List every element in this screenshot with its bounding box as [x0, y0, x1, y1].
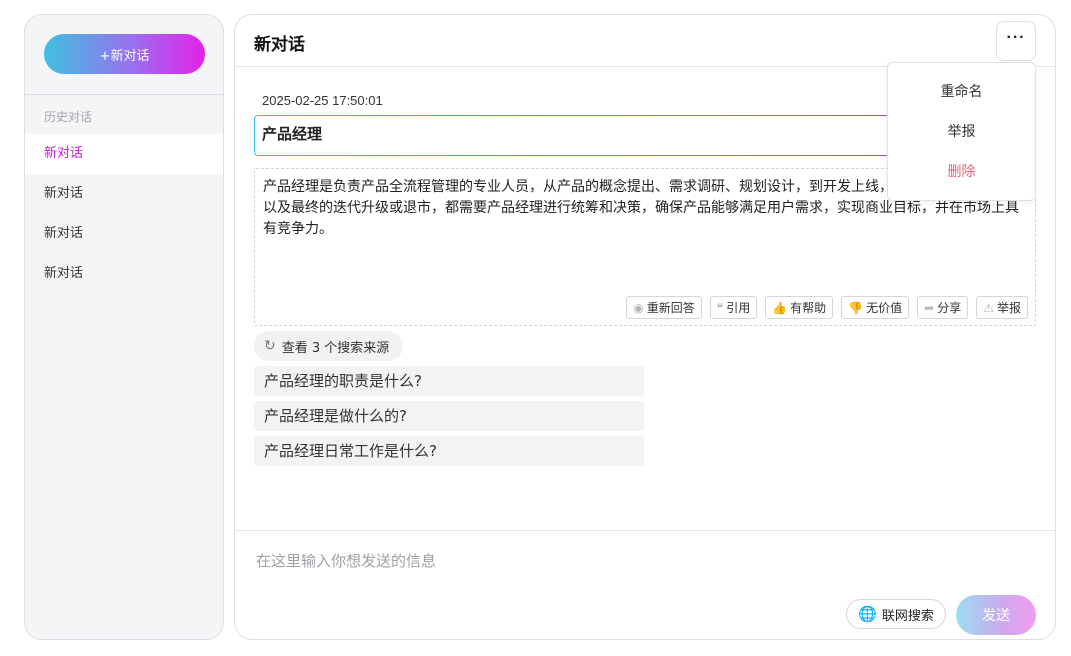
history-item[interactable]: 新对话 [25, 214, 223, 254]
helpful-button[interactable]: 👍 有帮助 [765, 296, 834, 319]
thumbs-down-icon: 👎 [848, 300, 864, 315]
composer-divider [235, 530, 1055, 531]
chat-header: 新对话 ··· [235, 15, 1055, 67]
share-label: 分享 [937, 301, 962, 315]
suggested-question[interactable]: 产品经理日常工作是什么? [254, 436, 644, 466]
not-helpful-label: 无价值 [866, 301, 903, 315]
globe-search-icon: 🌐 [858, 605, 877, 623]
report-label: 举报 [996, 301, 1021, 315]
web-search-label: 联网搜索 [881, 608, 934, 624]
view-sources-label: 查看 3 个搜索来源 [281, 340, 390, 356]
more-icon: ··· [1006, 29, 1026, 46]
report-menu-item[interactable]: 举报 [888, 112, 1035, 152]
history-title: 历史对话 [44, 110, 93, 124]
quote-label: 引用 [726, 301, 751, 315]
view-sources-button[interactable]: ↻ 查看 3 个搜索来源 [254, 331, 404, 361]
regenerate-label: 重新回答 [646, 301, 695, 315]
suggested-questions: 产品经理的职责是什么? 产品经理是做什么的? 产品经理日常工作是什么? [254, 366, 644, 471]
message-timestamp: 2025-02-25 17:50:01 [262, 93, 383, 108]
answer-actions: ◉ 重新回答 ❝ 引用 👍 有帮助 👎 无价值 ➦ 分享 ⚠ 举报 [626, 296, 1028, 319]
history-item[interactable]: 新对话 [25, 134, 223, 174]
refresh-icon: ↻ [264, 338, 276, 354]
history-item[interactable]: 新对话 [25, 174, 223, 214]
sidebar-divider [25, 94, 223, 95]
warning-icon: ⚠ [983, 300, 994, 315]
history-list: 新对话 新对话 新对话 新对话 [25, 134, 223, 294]
helpful-label: 有帮助 [790, 301, 827, 315]
not-helpful-button[interactable]: 👎 无价值 [841, 296, 910, 319]
quote-button[interactable]: ❝ 引用 [709, 296, 758, 319]
menu-list: 重命名 举报 删除 [888, 63, 1035, 192]
delete-menu-item[interactable]: 删除 [888, 152, 1035, 192]
thumbs-up-icon: 👍 [772, 300, 788, 315]
send-button[interactable]: 发送 [956, 595, 1036, 635]
page-title: 新对话 [254, 35, 305, 55]
sidebar: +新对话 历史对话 新对话 新对话 新对话 新对话 [24, 14, 224, 640]
report-button[interactable]: ⚠ 举报 [976, 296, 1028, 319]
regenerate-icon: ◉ [633, 300, 644, 315]
share-button[interactable]: ➦ 分享 [917, 296, 969, 319]
message-input[interactable] [256, 550, 1016, 572]
more-options-menu: 重命名 举报 删除 [887, 62, 1036, 201]
web-search-toggle[interactable]: 🌐 联网搜索 [846, 599, 946, 629]
more-options-button[interactable]: ··· [996, 21, 1036, 61]
new-chat-button[interactable]: +新对话 [44, 34, 205, 74]
quote-icon: ❝ [716, 300, 724, 315]
history-item[interactable]: 新对话 [25, 254, 223, 294]
share-icon: ➦ [924, 300, 935, 315]
rename-menu-item[interactable]: 重命名 [888, 72, 1035, 112]
regenerate-button[interactable]: ◉ 重新回答 [626, 296, 702, 319]
suggested-question[interactable]: 产品经理是做什么的? [254, 401, 644, 431]
suggested-question[interactable]: 产品经理的职责是什么? [254, 366, 644, 396]
